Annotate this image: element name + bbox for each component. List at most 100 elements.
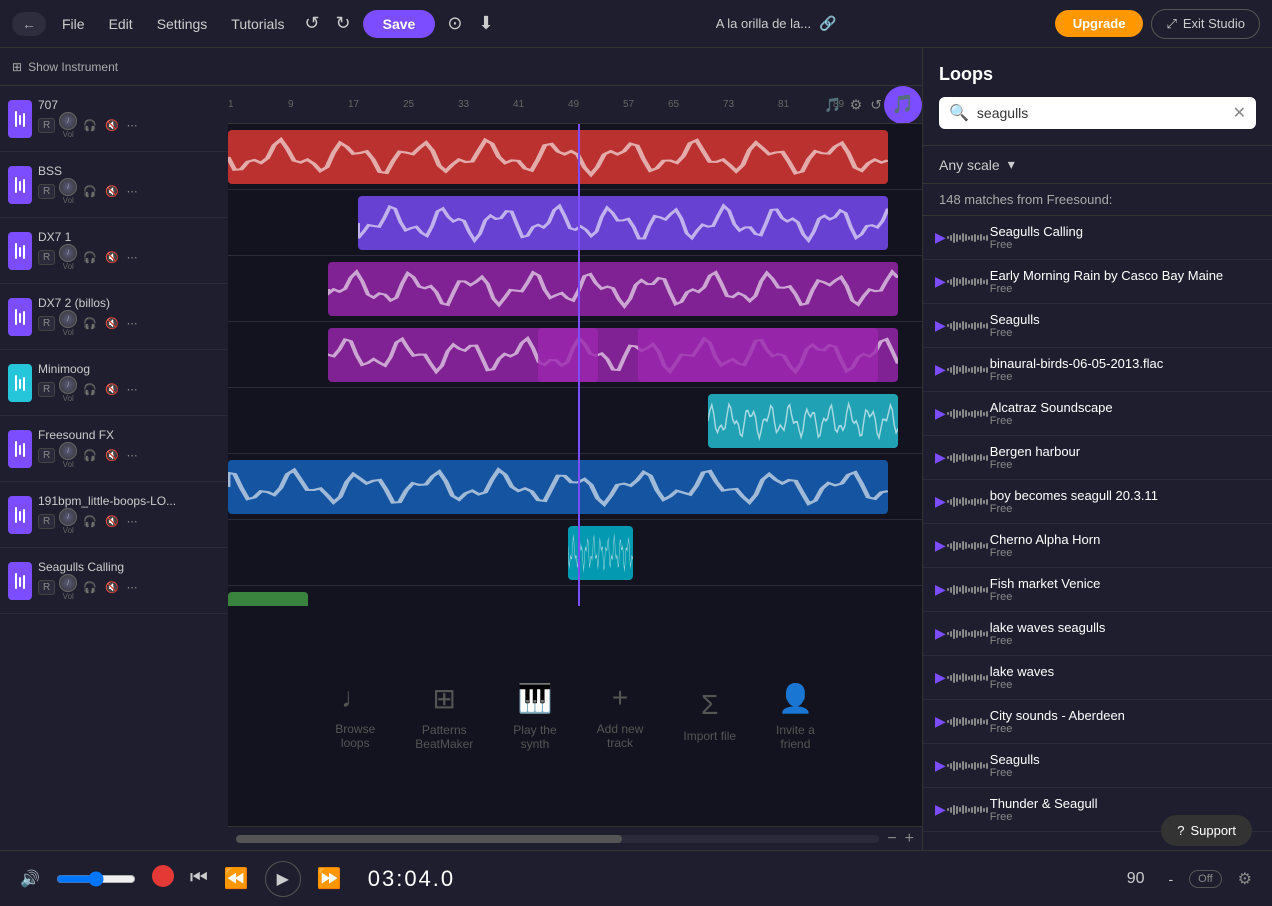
nav-settings[interactable]: Settings [149, 16, 216, 32]
waveform-block[interactable] [708, 394, 898, 448]
track-vis-icon[interactable] [8, 166, 32, 204]
track-vis-icon[interactable] [8, 496, 32, 534]
r-button[interactable]: R [38, 580, 55, 595]
record-button[interactable] [152, 865, 174, 893]
r-button[interactable]: R [38, 448, 55, 463]
back-button[interactable]: ← [12, 12, 46, 36]
fx-button[interactable]: ⋯ [125, 183, 140, 200]
waveform-block-extra[interactable] [538, 328, 598, 382]
fx-button[interactable]: ⋯ [125, 579, 140, 596]
play-synth-action[interactable]: 🎹 Play thesynth [513, 682, 556, 751]
track-vis-icon[interactable] [8, 232, 32, 270]
volume-knob[interactable]: / [59, 310, 77, 328]
mute-button[interactable]: 🔇 [103, 447, 121, 464]
rewind-button[interactable]: ⏪ [224, 866, 249, 891]
mute-button[interactable]: 🔇 [103, 513, 121, 530]
zoom-in-button[interactable]: + [905, 830, 914, 848]
r-button[interactable]: R [38, 118, 55, 133]
r-button[interactable]: R [38, 382, 55, 397]
headphone-button[interactable]: 🎧 [81, 117, 99, 134]
metronome-button[interactable]: 🎵 [824, 96, 841, 113]
fx-button[interactable]: ⋯ [125, 513, 140, 530]
waveform-block[interactable] [228, 592, 308, 606]
fx-button[interactable]: ⋯ [125, 249, 140, 266]
import-file-action[interactable]: Σ Import file [683, 689, 736, 743]
loops-search-input[interactable] [977, 105, 1225, 121]
support-button[interactable]: ? Support [1161, 815, 1252, 846]
scrollbar-thumb[interactable] [236, 835, 622, 843]
volume-knob[interactable]: / [59, 376, 77, 394]
headphone-button[interactable]: 🎧 [81, 249, 99, 266]
volume-knob[interactable]: / [59, 112, 77, 130]
waveform-block[interactable] [358, 196, 888, 250]
volume-knob[interactable]: / [59, 508, 77, 526]
nav-tutorials[interactable]: Tutorials [223, 16, 292, 32]
r-button[interactable]: R [38, 514, 55, 529]
loop-play-button[interactable]: ▶ [935, 625, 946, 642]
download-button[interactable]: ⬇ [474, 13, 497, 34]
music-mode-badge[interactable]: 🎵 [884, 86, 922, 124]
headphone-button[interactable]: 🎧 [81, 513, 99, 530]
horizontal-scrollbar[interactable] [236, 835, 879, 843]
loop-play-button[interactable]: ▶ [935, 405, 946, 422]
loop-play-button[interactable]: ▶ [935, 361, 946, 378]
waveform-block[interactable] [228, 130, 888, 184]
scale-filter-button[interactable]: Any scale ▾ [939, 156, 1015, 173]
fast-forward-button[interactable]: ⏩ [317, 866, 342, 891]
loop-play-button[interactable]: ▶ [935, 669, 946, 686]
headphone-button[interactable]: 🎧 [81, 381, 99, 398]
headphone-button[interactable]: 🎧 [81, 447, 99, 464]
mute-button[interactable]: 🔇 [103, 117, 121, 134]
loop-play-button[interactable]: ▶ [935, 493, 946, 510]
mute-button[interactable]: 🔇 [103, 249, 121, 266]
loop-play-button[interactable]: ▶ [935, 713, 946, 730]
fx-button[interactable]: ⋯ [125, 315, 140, 332]
track-vis-icon[interactable] [8, 562, 32, 600]
upgrade-button[interactable]: Upgrade [1055, 10, 1144, 37]
track-vis-icon[interactable] [8, 430, 32, 468]
search-clear-button[interactable]: ✕ [1233, 103, 1246, 123]
loop-button[interactable]: ⚙ [850, 96, 863, 113]
fx-button[interactable]: ⋯ [125, 447, 140, 464]
show-instrument-button[interactable]: ⊞ Show Instrument [12, 60, 118, 74]
nav-file[interactable]: File [54, 16, 93, 32]
mute-button[interactable]: 🔇 [103, 381, 121, 398]
r-button[interactable]: R [38, 250, 55, 265]
record-nav-button[interactable]: ⊙ [443, 13, 466, 34]
redo-button[interactable]: ↻ [332, 13, 355, 34]
save-button[interactable]: Save [363, 10, 436, 38]
beatmaker-action[interactable]: ⊞ PatternsBeatMaker [415, 682, 473, 751]
fx-button[interactable]: ⋯ [125, 381, 140, 398]
loop-play-button[interactable]: ▶ [935, 229, 946, 246]
loop-play-button[interactable]: ▶ [935, 273, 946, 290]
headphone-button[interactable]: 🎧 [81, 183, 99, 200]
fx-button[interactable]: ⋯ [125, 117, 140, 134]
transport-settings-button[interactable]: ⚙ [1238, 869, 1252, 889]
r-button[interactable]: R [38, 184, 55, 199]
invite-friend-action[interactable]: 👤 Invite afriend [776, 682, 815, 751]
loop-play-button[interactable]: ▶ [935, 801, 946, 818]
loop-play-button[interactable]: ▶ [935, 449, 946, 466]
loop-play-button[interactable]: ▶ [935, 757, 946, 774]
browse-loops-action[interactable]: ♩ Browseloops [335, 682, 375, 750]
skip-back-button[interactable]: ⏮ [190, 867, 208, 890]
mute-button[interactable]: 🔇 [103, 183, 121, 200]
waveform-block-2[interactable] [638, 328, 878, 382]
waveform-block[interactable] [228, 460, 888, 514]
undo-button[interactable]: ↺ [300, 13, 323, 34]
track-vis-icon[interactable] [8, 364, 32, 402]
exit-studio-button[interactable]: ⤢ Exit Studio [1151, 9, 1260, 39]
zoom-out-button[interactable]: − [887, 830, 896, 848]
r-button[interactable]: R [38, 316, 55, 331]
headphone-button[interactable]: 🎧 [81, 579, 99, 596]
volume-knob[interactable]: / [59, 244, 77, 262]
mute-button[interactable]: 🔇 [103, 579, 121, 596]
volume-slider[interactable] [56, 871, 136, 887]
volume-knob[interactable]: / [59, 178, 77, 196]
off-toggle[interactable]: Off [1189, 870, 1221, 888]
loop-play-button[interactable]: ▶ [935, 581, 946, 598]
track-vis-icon[interactable] [8, 100, 32, 138]
mute-button[interactable]: 🔇 [103, 315, 121, 332]
refresh-button[interactable]: ↺ [870, 96, 882, 113]
volume-icon[interactable]: 🔊 [20, 869, 40, 889]
